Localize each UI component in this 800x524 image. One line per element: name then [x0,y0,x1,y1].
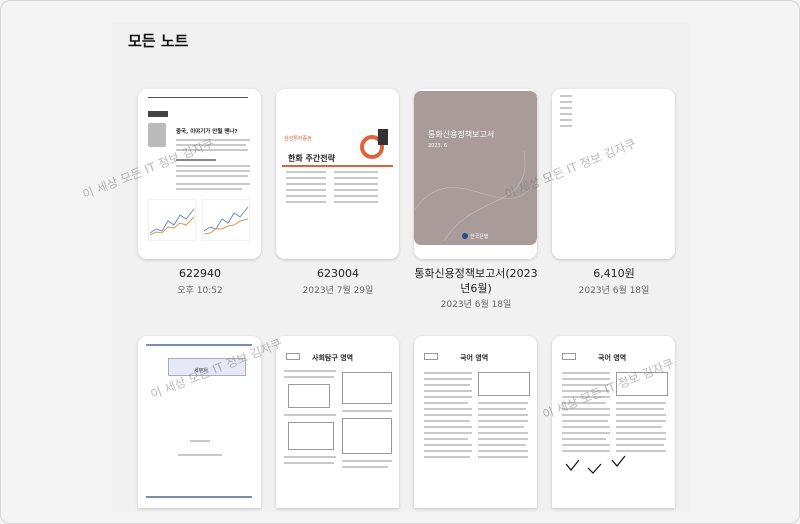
note-date: 오후 10:52 [177,286,223,296]
report-title: 통화신용정책보고서 [428,130,495,139]
note-title: 통화신용정책보고서(2023년6월) [414,267,538,295]
note-date: 2023년 6월 18일 [578,286,650,296]
report-date: 2023. 6 [428,143,448,149]
thumb-title: 한화 주간전략 [288,154,335,163]
note-thumbnail-7[interactable]: 국어 영역 [414,336,537,508]
note-title: 623004 [317,267,359,280]
note-date: 2023년 7월 29일 [302,286,374,296]
bank-logo-icon [462,233,468,239]
chart-thumbnail-right [202,199,250,241]
note-date: 2023년 6월 18일 [440,300,512,310]
exam-title: 국어 영역 [460,354,489,362]
report-cover: 통화신용정책보고서 2023. 6 한국은행 [414,91,537,245]
dark-block [378,129,388,145]
thumb-heading: 중국, 이야기가 안될 땐나? [176,129,238,135]
avatar [148,123,166,147]
note-title: 622940 [179,267,221,280]
chart-thumbnail-left [148,199,196,241]
note-thumbnail-2[interactable]: 삼성투자증권 한화 주간전략 [276,89,399,259]
note-title: 6,410원 [593,267,635,280]
report-org: 한국은행 [470,234,489,240]
note-thumbnail-6[interactable]: 사회탐구 영역 [276,336,399,508]
exam-title: 사회탐구 영역 [312,354,354,362]
thumb-brand: 삼성투자증권 [284,136,312,142]
page-title: 모든 노트 [128,32,189,50]
note-thumbnail-3[interactable]: 통화신용정책보고서 2023. 6 한국은행 [414,89,537,259]
